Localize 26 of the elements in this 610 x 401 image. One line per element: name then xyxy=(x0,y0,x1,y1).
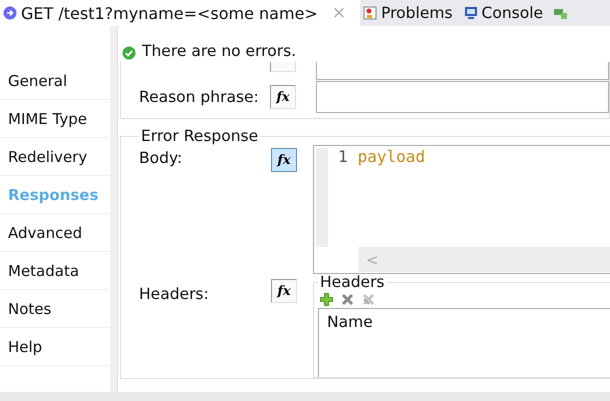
line-number: 1 xyxy=(338,147,348,166)
fx-button[interactable]: fx xyxy=(271,279,297,303)
tab-label: Problems xyxy=(381,4,453,22)
editor-tab[interactable]: Console xyxy=(460,0,552,26)
editor-tab[interactable]: Problems xyxy=(360,0,461,26)
tab-label: Console xyxy=(482,4,544,22)
input-field[interactable] xyxy=(316,81,609,113)
add-icon[interactable] xyxy=(320,293,333,306)
field-label: Body: xyxy=(139,148,184,167)
field-label: Headers: xyxy=(139,284,210,303)
group-title: Headers xyxy=(319,273,386,291)
group-title: Error Response xyxy=(140,127,260,145)
input-field[interactable] xyxy=(316,62,609,80)
fx-button[interactable]: fx xyxy=(271,148,297,172)
problems-icon xyxy=(363,6,378,20)
monitor-icon xyxy=(464,6,478,20)
tab-label: GET /test1?myname=<some name> xyxy=(21,4,318,22)
fx-button[interactable] xyxy=(270,62,296,72)
column-header: Name xyxy=(327,313,373,331)
editor-tab[interactable]: GET /test1?myname=<some name> × xyxy=(0,0,360,26)
fx-button[interactable]: fx xyxy=(270,85,296,109)
field-label: Reason phrase: xyxy=(139,88,260,106)
code-text: payload xyxy=(358,147,426,166)
status-message: There are no errors. xyxy=(142,42,296,60)
delete-all-icon[interactable] xyxy=(362,293,375,306)
delete-icon[interactable] xyxy=(341,293,354,306)
